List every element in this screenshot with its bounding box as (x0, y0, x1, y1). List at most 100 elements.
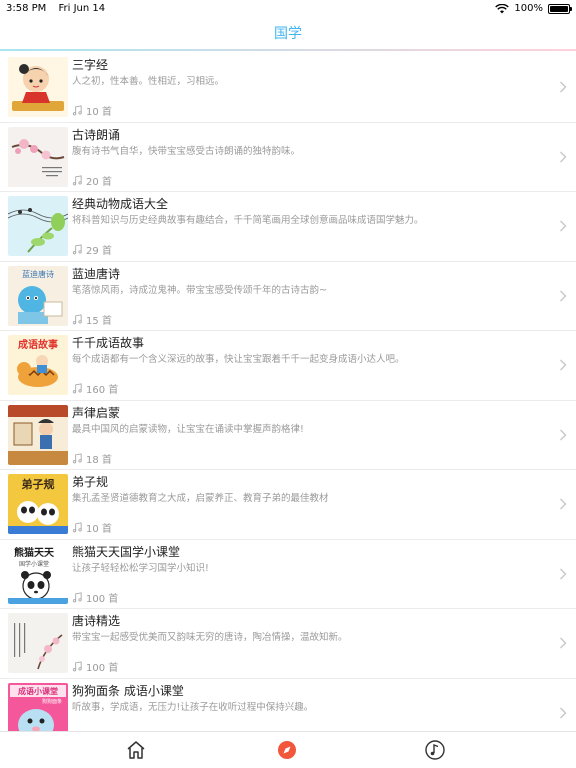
cover-text: 成语故事 (18, 338, 58, 351)
music-note-icon (72, 661, 82, 672)
album-cover: 成语故事 (8, 335, 68, 395)
album-cover (8, 404, 68, 465)
music-note-icon[interactable] (424, 739, 446, 761)
wifi-icon (495, 3, 510, 13)
status-bar: 3:58 PM Fri Jun 14 100% (0, 0, 576, 18)
item-count: 18 首 (72, 451, 112, 466)
item-desc: 腹有诗书气自华，快带宝宝感受古诗朗诵的独特韵味。 (72, 145, 301, 157)
item-count: 10 首 (72, 520, 112, 535)
chevron-right-icon (560, 429, 567, 440)
item-count-label: 10 首 (86, 107, 112, 118)
item-count: 100 首 (72, 659, 118, 674)
item-desc: 听故事，学成语，无压力!让孩子在收听过程中保持兴趣。 (72, 701, 314, 713)
list-item[interactable]: 弟子规 弟子规 集孔孟圣贤道德教育之大成，启蒙养正、教育子弟的最佳教材 10 首 (0, 470, 576, 540)
battery-percent: 100% (514, 3, 543, 14)
item-count-label: 10 首 (86, 524, 112, 535)
list-item[interactable]: 熊猫天天 国学小课堂 熊猫天天国学小课堂 让孩子轻轻松松学习国学小知识! 100… (0, 540, 576, 609)
album-cover (8, 126, 68, 187)
item-title: 经典动物成语大全 (72, 197, 169, 211)
nav-bar: 国学 (0, 18, 576, 51)
cover-subtext: 狗狗面条 (42, 698, 62, 705)
item-count: 20 首 (72, 173, 112, 188)
battery-icon (548, 3, 572, 14)
album-cover (8, 57, 68, 117)
music-note-icon (72, 383, 82, 394)
chevron-right-icon (560, 568, 567, 579)
cover-text: 成语小课堂 (18, 686, 58, 696)
item-title: 弟子规 (72, 475, 109, 489)
item-desc: 将科普知识与历史经典故事有趣结合，千千简笔画用全球创意画品味成语国学魅力。 (72, 215, 424, 226)
music-note-icon (72, 452, 82, 463)
item-desc: 集孔孟圣贤道德教育之大成，启蒙养正、教育子弟的最佳教材 (72, 493, 329, 504)
cover-subtext: 国学小课堂 (19, 560, 49, 568)
status-left: 3:58 PM Fri Jun 14 (6, 3, 114, 14)
music-note-icon (72, 522, 82, 533)
list-item[interactable]: 经典动物成语大全 将科普知识与历史经典故事有趣结合，千千简笔画用全球创意画品味成… (0, 192, 576, 262)
album-cover (8, 613, 68, 673)
item-title: 三字经 (72, 58, 109, 72)
item-desc: 每个成语都有一个含义深远的故事，快让宝宝跟着千千一起变身成语小达人吧。 (72, 354, 405, 365)
status-date: Fri Jun 14 (58, 3, 106, 14)
status-right: 100% (495, 3, 572, 14)
chevron-right-icon (560, 290, 567, 301)
list-item[interactable]: 蓝迪唐诗 蓝迪唐诗 笔落惊风雨，诗成泣鬼神。带宝宝感受传颂千年的古诗古韵~ 15… (0, 262, 576, 331)
album-cover (8, 196, 68, 256)
chevron-right-icon (560, 637, 567, 649)
item-count-label: 160 首 (86, 385, 119, 396)
page-title: 国学 (274, 26, 302, 42)
item-title: 熊猫天天国学小课堂 (72, 544, 181, 559)
list-item[interactable]: 古诗朗诵 腹有诗书气自华，快带宝宝感受古诗朗诵的独特韵味。 20 首 (0, 123, 576, 192)
music-note-icon (72, 591, 82, 602)
item-count-label: 20 首 (86, 176, 112, 188)
chevron-right-icon (560, 707, 567, 718)
music-note-icon (72, 105, 82, 116)
item-count: 29 首 (72, 242, 112, 257)
item-count-label: 29 首 (86, 246, 112, 257)
music-note-icon (72, 313, 82, 324)
status-time: 3:58 PM (6, 3, 47, 14)
list-item[interactable]: 成语小课堂 狗狗面条 狗狗面条 成语小课堂 听故事，学成语，无压力!让孩子在收听… (0, 679, 576, 731)
album-list[interactable]: 三字经 人之初，性本善。性相近，习相远。 10 首 古诗朗诵 腹有诗书气自华，快… (0, 53, 576, 731)
cover-text: 熊猫天天 (14, 546, 55, 559)
album-cover: 成语小课堂 狗狗面条 (8, 682, 68, 731)
music-note-icon (72, 174, 82, 185)
list-item[interactable]: 三字经 人之初，性本善。性相近，习相远。 10 首 (0, 53, 576, 123)
chevron-right-icon (560, 220, 567, 232)
item-count-label: 100 首 (86, 663, 119, 674)
item-count: 15 首 (72, 312, 112, 327)
list-item[interactable]: 成语故事 千千成语故事 每个成语都有一个含义深远的故事，快让宝宝跟着千千一起变身… (0, 331, 576, 401)
item-title: 狗狗面条 成语小课堂 (72, 683, 184, 698)
list-item[interactable]: 唐诗精选 带宝宝一起感受优美而又韵味无穷的唐诗，陶冶情操，温故知新。 100 首 (0, 609, 576, 679)
item-desc: 让孩子轻轻松松学习国学小知识! (72, 562, 209, 574)
item-title: 千千成语故事 (72, 336, 145, 350)
music-note-icon (72, 244, 82, 255)
cover-text: 蓝迪唐诗 (22, 269, 54, 279)
home-icon[interactable] (125, 739, 147, 761)
item-title: 古诗朗诵 (72, 127, 121, 142)
item-count: 100 首 (72, 590, 118, 605)
item-desc: 最具中国风的启蒙读物，让宝宝在诵读中掌握声韵格律! (72, 423, 304, 435)
item-desc: 人之初，性本善。性相近，习相远。 (72, 76, 225, 87)
cover-text: 弟子规 (22, 477, 55, 491)
item-count-label: 15 首 (86, 315, 112, 327)
list-item[interactable]: 声律启蒙 最具中国风的启蒙读物，让宝宝在诵读中掌握声韵格律! 18 首 (0, 401, 576, 470)
album-cover: 弟子规 (8, 474, 68, 534)
chevron-right-icon (560, 151, 567, 162)
tab-bar (0, 731, 576, 768)
item-title: 声律启蒙 (72, 405, 121, 420)
item-count-label: 100 首 (86, 593, 119, 605)
album-cover: 蓝迪唐诗 (8, 265, 68, 326)
chevron-right-icon (560, 498, 567, 510)
chevron-right-icon (560, 81, 567, 93)
nav-divider (0, 49, 576, 51)
item-desc: 带宝宝一起感受优美而又韵味无穷的唐诗，陶冶情操，温故知新。 (72, 632, 348, 643)
item-count-label: 18 首 (86, 454, 112, 466)
item-count: 160 首 (72, 381, 118, 396)
item-title: 唐诗精选 (72, 614, 121, 628)
item-title: 蓝迪唐诗 (72, 266, 121, 281)
album-cover: 熊猫天天 国学小课堂 (8, 543, 68, 604)
compass-icon[interactable] (276, 739, 298, 761)
item-count: 10 首 (72, 103, 112, 118)
chevron-right-icon (560, 359, 567, 371)
item-desc: 笔落惊风雨，诗成泣鬼神。带宝宝感受传颂千年的古诗古韵~ (72, 284, 327, 296)
